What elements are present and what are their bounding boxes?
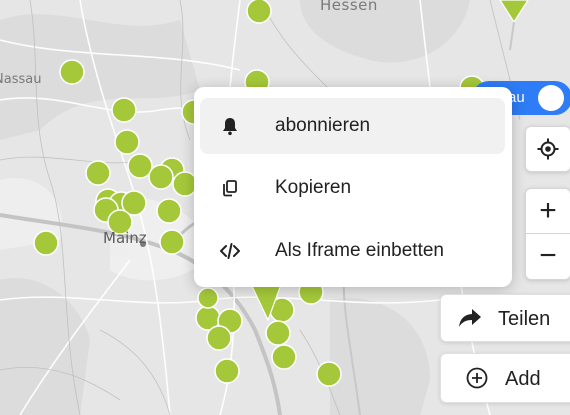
share-button-label: Teilen (498, 308, 551, 330)
map-marker[interactable] (265, 320, 291, 346)
bell-icon (218, 114, 242, 138)
map-marker[interactable] (33, 230, 59, 256)
map-marker[interactable] (156, 198, 182, 224)
map-marker[interactable] (271, 344, 297, 370)
plus-circle-icon (466, 367, 488, 389)
map-marker[interactable] (159, 229, 185, 255)
map-marker[interactable] (197, 287, 219, 309)
zoom-out-button[interactable]: − (526, 234, 570, 278)
map-label-region: Hessen (320, 0, 378, 14)
menu-item-label: abonnieren (275, 115, 371, 136)
menu-item-label: Als Iframe einbetten (275, 240, 444, 261)
map-label-city: Mainz (103, 229, 147, 247)
toggle-knob[interactable] (538, 85, 564, 111)
locate-icon (536, 137, 560, 161)
zoom-controls: + − (525, 188, 570, 280)
share-menu: abonnieren Kopieren Als Iframe einbetten (194, 87, 512, 287)
menu-item-copy[interactable]: Kopieren (200, 160, 505, 216)
map-marker[interactable] (59, 59, 85, 85)
map-marker[interactable] (214, 358, 240, 384)
add-button-label: Add (505, 368, 541, 390)
menu-item-embed-iframe[interactable]: Als Iframe einbetten (200, 223, 505, 279)
share-arrow-icon (458, 307, 482, 329)
map-marker[interactable] (114, 129, 140, 155)
map-marker[interactable] (206, 325, 232, 351)
map-marker[interactable] (111, 97, 137, 123)
copy-icon (218, 176, 242, 200)
map-marker[interactable] (127, 153, 153, 179)
menu-item-subscribe[interactable]: abonnieren (200, 98, 505, 154)
map-marker[interactable] (316, 361, 342, 387)
share-button[interactable]: Teilen (440, 294, 570, 342)
code-icon (218, 239, 242, 263)
map-marker[interactable] (246, 0, 272, 24)
map-view[interactable]: Hessen Nassau Mainz au abonnieren Kopier… (0, 0, 570, 415)
map-marker[interactable] (148, 164, 174, 190)
map-label-region: Nassau (0, 72, 42, 87)
map-marker[interactable] (85, 160, 111, 186)
add-button[interactable]: Add (440, 353, 570, 403)
menu-item-label: Kopieren (275, 177, 352, 198)
locate-button[interactable] (525, 126, 570, 172)
zoom-in-button[interactable]: + (526, 189, 570, 233)
